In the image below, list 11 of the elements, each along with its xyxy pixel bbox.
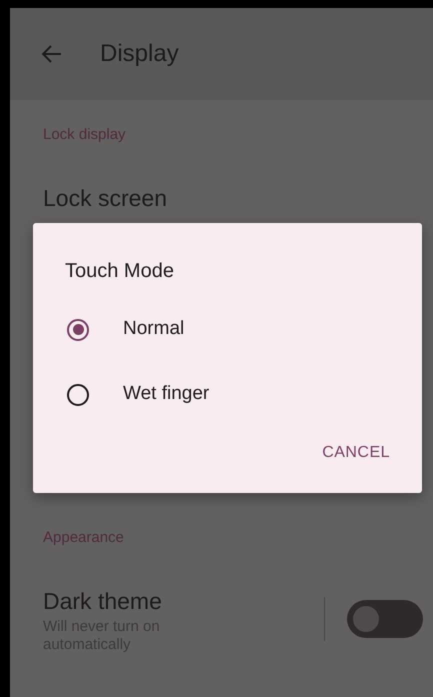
toggle-switch[interactable] (347, 600, 423, 638)
cancel-button[interactable]: CANCEL (312, 435, 400, 471)
setting-title: Lock screen (43, 184, 168, 212)
back-arrow-icon[interactable] (42, 45, 62, 63)
radio-button[interactable] (67, 318, 89, 340)
radio-option[interactable]: Wet finger (33, 362, 422, 427)
setting-title: Dark theme (43, 586, 163, 616)
radio-button[interactable] (67, 384, 89, 406)
toolbar-title: Display (100, 40, 179, 68)
radio-option[interactable]: Normal (33, 297, 422, 362)
dialog-title: Touch Mode (65, 259, 175, 283)
